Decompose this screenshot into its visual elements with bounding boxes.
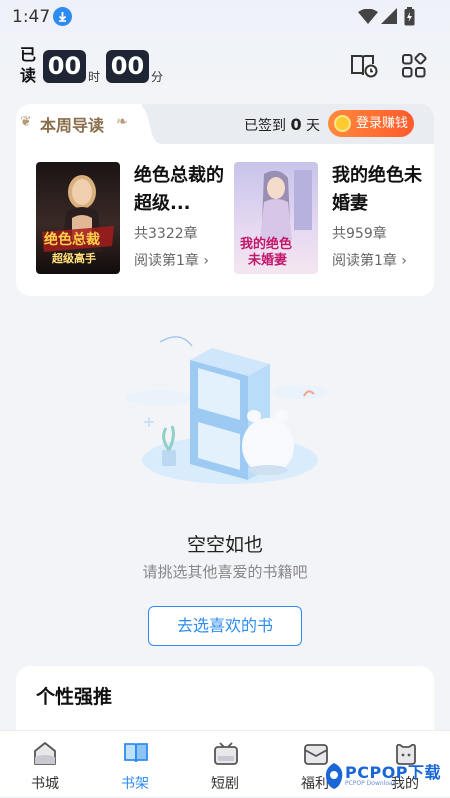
- weekly-tab-slope: [136, 104, 162, 144]
- login-earn-button[interactable]: 登录赚钱: [328, 110, 414, 137]
- watermark-subtext: PCPOP Download: [345, 780, 397, 787]
- minutes-unit: 分: [151, 70, 164, 84]
- sign-in-days: 0: [290, 115, 302, 134]
- read-hours: 00: [43, 50, 86, 83]
- recommend-title: 个性强推: [36, 686, 113, 708]
- pcpop-watermark: PCPOP下载 PCPOP Download: [323, 756, 450, 797]
- svg-text:未婚妻: 未婚妻: [247, 252, 287, 268]
- nav-label: 书城: [31, 776, 59, 792]
- weekly-title: 本周导读: [40, 116, 105, 135]
- nav-label: 书架: [121, 776, 149, 792]
- wifi-icon: [358, 9, 378, 24]
- hours-unit: 时: [88, 70, 101, 84]
- svg-text:超级高手: 超级高手: [51, 251, 96, 265]
- svg-text:我的绝色: 我的绝色: [240, 236, 292, 252]
- svg-text:绝色总裁: 绝色总裁: [44, 231, 100, 248]
- nav-item-bookstore[interactable]: 书城: [0, 731, 90, 798]
- choose-favorite-books-button[interactable]: 去选喜欢的书: [148, 606, 302, 646]
- nav-item-short-drama[interactable]: 短剧: [180, 731, 270, 798]
- book-cover[interactable]: 绝色总裁 超级高手: [36, 162, 120, 274]
- book-chapter-count: 共959章: [332, 226, 387, 242]
- reading-history-icon[interactable]: [350, 53, 378, 79]
- book-title[interactable]: 绝色总裁的超级...: [134, 162, 226, 218]
- sign-in-status: 已签到 0 天: [244, 115, 321, 134]
- read-time-label: 已读: [20, 45, 37, 85]
- status-time: 1:47: [12, 7, 51, 27]
- signal-icon: [381, 8, 397, 24]
- category-grid-icon[interactable]: [401, 53, 427, 79]
- coin-icon: [334, 115, 351, 132]
- laurel-left-icon: ❦: [20, 114, 32, 130]
- read-chapter-link[interactable]: 阅读第1章 ›: [332, 250, 407, 270]
- read-minutes: 00: [106, 50, 149, 83]
- weekly-reading-card: ❦ 本周导读 ❧ 已签到 0 天 登录赚钱 绝色总裁 超级高手 绝色总裁的超级.…: [16, 104, 434, 296]
- short-drama-icon: [214, 742, 238, 765]
- book-title[interactable]: 我的绝色未婚妻: [332, 162, 424, 218]
- nav-label: 短剧: [211, 776, 239, 792]
- download-icon: [53, 7, 72, 26]
- empty-state-subtitle: 请挑选其他喜爱的书籍吧: [142, 563, 308, 581]
- nav-item-bookshelf[interactable]: 书架: [90, 731, 180, 798]
- empty-state-title: 空空如也: [186, 534, 263, 556]
- laurel-right-icon: ❧: [116, 114, 128, 130]
- book-cover[interactable]: 我的绝色 未婚妻: [234, 162, 318, 274]
- book-chapter-count: 共3322章: [134, 226, 198, 242]
- login-earn-label: 登录赚钱: [356, 116, 409, 131]
- empty-bookshelf-illustration: [126, 336, 328, 484]
- status-bar: 1:47: [0, 0, 450, 34]
- pcpop-logo-icon: [325, 763, 343, 789]
- bookshelf-icon: [124, 743, 148, 763]
- bookstore-icon: [34, 742, 56, 765]
- battery-icon: [404, 7, 415, 26]
- read-chapter-link[interactable]: 阅读第1章 ›: [134, 250, 209, 270]
